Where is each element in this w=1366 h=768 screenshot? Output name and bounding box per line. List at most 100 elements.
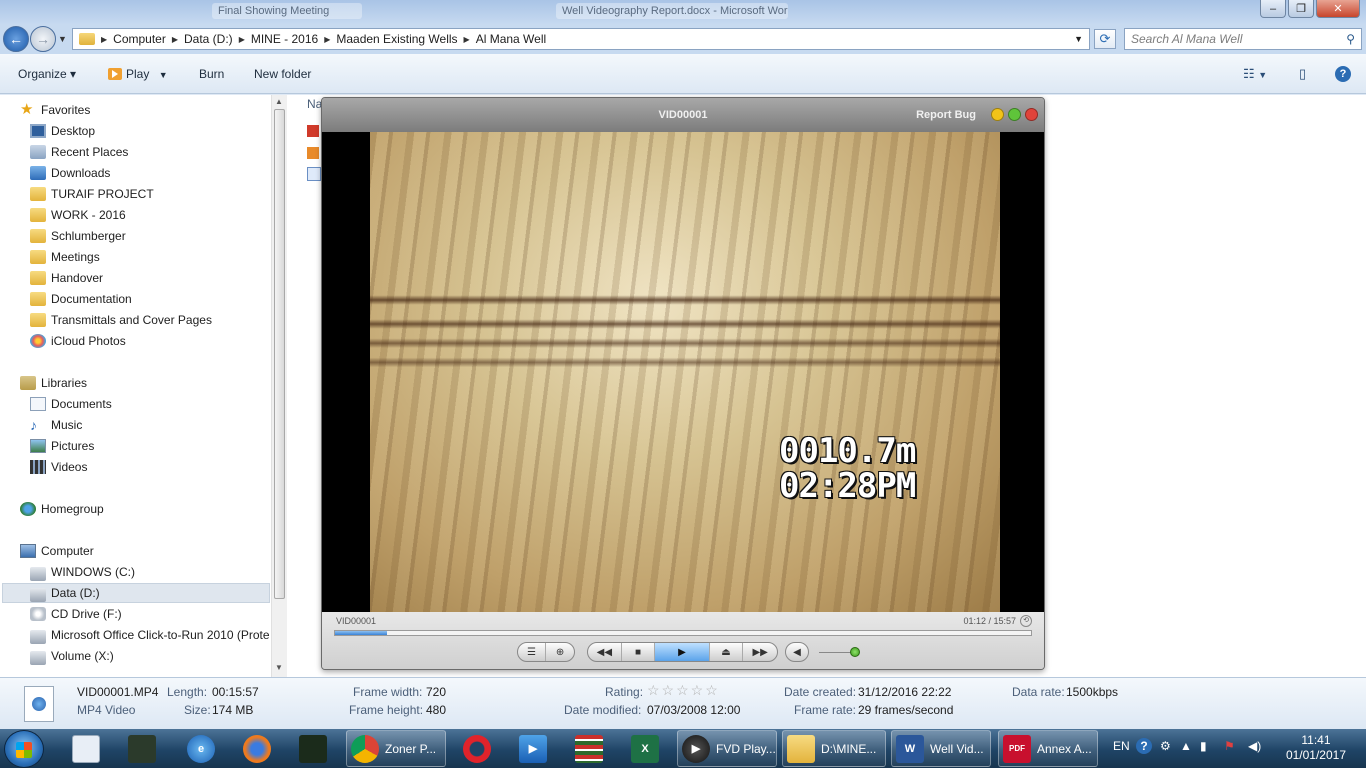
- playlist-icon[interactable]: ☰: [518, 643, 547, 661]
- breadcrumb-data-drive[interactable]: Data (D:): [184, 32, 233, 46]
- stop-icon[interactable]: ■: [622, 643, 656, 661]
- play-button[interactable]: Play ▼: [108, 67, 168, 81]
- pdf-file-icon[interactable]: [307, 125, 319, 137]
- nav-libraries[interactable]: Libraries: [20, 373, 87, 393]
- nav-videos[interactable]: Videos: [30, 457, 87, 477]
- rewind-icon[interactable]: ◀◀: [588, 643, 622, 661]
- chevron-right-icon[interactable]: ▶: [239, 35, 245, 44]
- nav-handover[interactable]: Handover: [30, 268, 103, 288]
- refresh-icon[interactable]: ⟳: [1094, 29, 1116, 49]
- breadcrumb-al-mana-well[interactable]: Al Mana Well: [476, 32, 546, 46]
- close-icon[interactable]: [1025, 108, 1038, 121]
- file-icon[interactable]: [307, 147, 319, 159]
- chevron-right-icon[interactable]: ▶: [464, 35, 470, 44]
- search-input[interactable]: Search Al Mana Well ⚲: [1124, 28, 1362, 50]
- nav-volume-x[interactable]: Volume (X:): [30, 646, 114, 666]
- nav-drive-c[interactable]: WINDOWS (C:): [30, 562, 135, 582]
- scrollbar-thumb[interactable]: [274, 109, 285, 599]
- taskbar-opera[interactable]: [459, 730, 499, 767]
- video-area[interactable]: 0010.7m 02:28PM: [322, 132, 1044, 612]
- nav-pictures[interactable]: Pictures: [30, 436, 94, 456]
- nav-downloads[interactable]: Downloads: [30, 163, 110, 183]
- video-player-window[interactable]: VID00001 Report Bug 0010.7m 02:28PM VID0…: [321, 97, 1045, 670]
- network-icon[interactable]: ▮: [1200, 739, 1207, 753]
- scroll-up-icon[interactable]: ▲: [275, 97, 283, 106]
- view-options-icon[interactable]: ☷ ▼: [1243, 66, 1267, 82]
- minimize-icon[interactable]: [991, 108, 1004, 121]
- nav-turaif-project[interactable]: TURAIF PROJECT: [30, 184, 154, 204]
- nav-documents[interactable]: Documents: [30, 394, 112, 414]
- taskbar-ie[interactable]: e: [183, 730, 223, 767]
- maximize-button[interactable]: ❐: [1288, 0, 1314, 18]
- taskbar-notepad[interactable]: [68, 730, 102, 767]
- report-bug-link[interactable]: Report Bug: [916, 109, 976, 121]
- breadcrumb-maaden-wells[interactable]: Maaden Existing Wells: [336, 32, 457, 46]
- breadcrumb-mine-2016[interactable]: MINE - 2016: [251, 32, 318, 46]
- nav-cd-drive[interactable]: CD Drive (F:): [30, 604, 122, 624]
- speaker-icon[interactable]: ◀: [786, 643, 808, 661]
- new-folder-button[interactable]: New folder: [254, 67, 311, 81]
- nav-office-click-to-run[interactable]: Microsoft Office Click-to-Run 2010 (Prot…: [30, 625, 270, 645]
- taskbar-app[interactable]: [571, 730, 611, 767]
- video-file-icon[interactable]: [307, 167, 321, 181]
- fit-screen-icon[interactable]: ⊕: [546, 643, 574, 661]
- organize-button[interactable]: Organize ▾: [18, 67, 76, 81]
- zoom-icon[interactable]: [1008, 108, 1021, 121]
- preview-pane-icon[interactable]: ▯: [1299, 66, 1306, 82]
- clock[interactable]: 11:41 01/01/2017: [1286, 733, 1346, 763]
- help-icon[interactable]: ?: [1136, 738, 1152, 754]
- taskbar-pdf[interactable]: PDF Annex A...: [998, 730, 1098, 767]
- rating-stars[interactable]: ☆☆☆☆☆: [647, 682, 720, 699]
- recent-pages-dropdown-icon[interactable]: ▼: [58, 34, 67, 44]
- fast-forward-icon[interactable]: ▶▶: [743, 643, 777, 661]
- back-button[interactable]: ←: [3, 26, 29, 52]
- nav-homegroup[interactable]: Homegroup: [20, 499, 104, 519]
- start-button[interactable]: [4, 730, 44, 768]
- nav-documentation[interactable]: Documentation: [30, 289, 132, 309]
- chevron-right-icon[interactable]: ▶: [324, 35, 330, 44]
- taskbar-fvd-player[interactable]: ▶ FVD Play...: [677, 730, 777, 767]
- chevron-right-icon[interactable]: ▶: [172, 35, 178, 44]
- nav-drive-d[interactable]: Data (D:): [30, 583, 100, 603]
- forward-button[interactable]: →: [30, 26, 56, 52]
- nav-icloud-photos[interactable]: iCloud Photos: [30, 331, 126, 351]
- scroll-down-icon[interactable]: ▼: [275, 663, 283, 672]
- taskbar-media[interactable]: ▶: [515, 730, 555, 767]
- language-indicator[interactable]: EN: [1113, 739, 1130, 753]
- nav-scrollbar[interactable]: ▲ ▼: [271, 95, 287, 677]
- taskbar-pes[interactable]: [124, 730, 164, 767]
- player-title-bar[interactable]: VID00001 Report Bug: [322, 98, 1044, 132]
- address-dropdown-icon[interactable]: ▼: [1074, 34, 1083, 44]
- show-hidden-icons-icon[interactable]: ▲: [1180, 739, 1192, 753]
- settings-icon[interactable]: ⚙: [1160, 739, 1171, 753]
- volume-knob[interactable]: [850, 647, 860, 657]
- nav-favorites[interactable]: ★ Favorites: [20, 100, 90, 120]
- close-button[interactable]: ✕: [1316, 0, 1360, 18]
- nav-transmittals[interactable]: Transmittals and Cover Pages: [30, 310, 212, 330]
- nav-schlumberger[interactable]: Schlumberger: [30, 226, 126, 246]
- taskbar-explorer[interactable]: D:\MINE...: [782, 730, 886, 767]
- breadcrumb-computer[interactable]: Computer: [113, 32, 166, 46]
- minimize-button[interactable]: –: [1260, 0, 1286, 18]
- chevron-right-icon[interactable]: ▶: [101, 35, 107, 44]
- taskbar-excel[interactable]: X: [627, 730, 667, 767]
- nav-work-2016[interactable]: WORK - 2016: [30, 205, 126, 225]
- action-center-icon[interactable]: ⚑: [1224, 739, 1235, 753]
- eject-icon[interactable]: ⏏: [710, 643, 744, 661]
- burn-button[interactable]: Burn: [199, 67, 224, 81]
- nav-computer[interactable]: Computer: [20, 541, 94, 561]
- taskbar-word[interactable]: W Well Vid...: [891, 730, 991, 767]
- nav-music[interactable]: ♪ Music: [30, 415, 82, 435]
- address-bar[interactable]: ▶ Computer ▶ Data (D:) ▶ MINE - 2016 ▶ M…: [72, 28, 1090, 50]
- help-icon[interactable]: ?: [1335, 66, 1351, 82]
- seek-bar[interactable]: [334, 630, 1032, 636]
- taskbar-firefox[interactable]: [239, 730, 279, 767]
- taskbar-pes-2[interactable]: [295, 730, 335, 767]
- nav-meetings[interactable]: Meetings: [30, 247, 100, 267]
- volume-icon[interactable]: ◀): [1248, 739, 1261, 753]
- nav-desktop[interactable]: Desktop: [30, 121, 95, 141]
- taskbar-zoner[interactable]: Zoner P...: [346, 730, 446, 767]
- nav-recent-places[interactable]: Recent Places: [30, 142, 128, 162]
- search-icon[interactable]: ⚲: [1346, 32, 1355, 46]
- play-icon[interactable]: ▶: [655, 643, 710, 661]
